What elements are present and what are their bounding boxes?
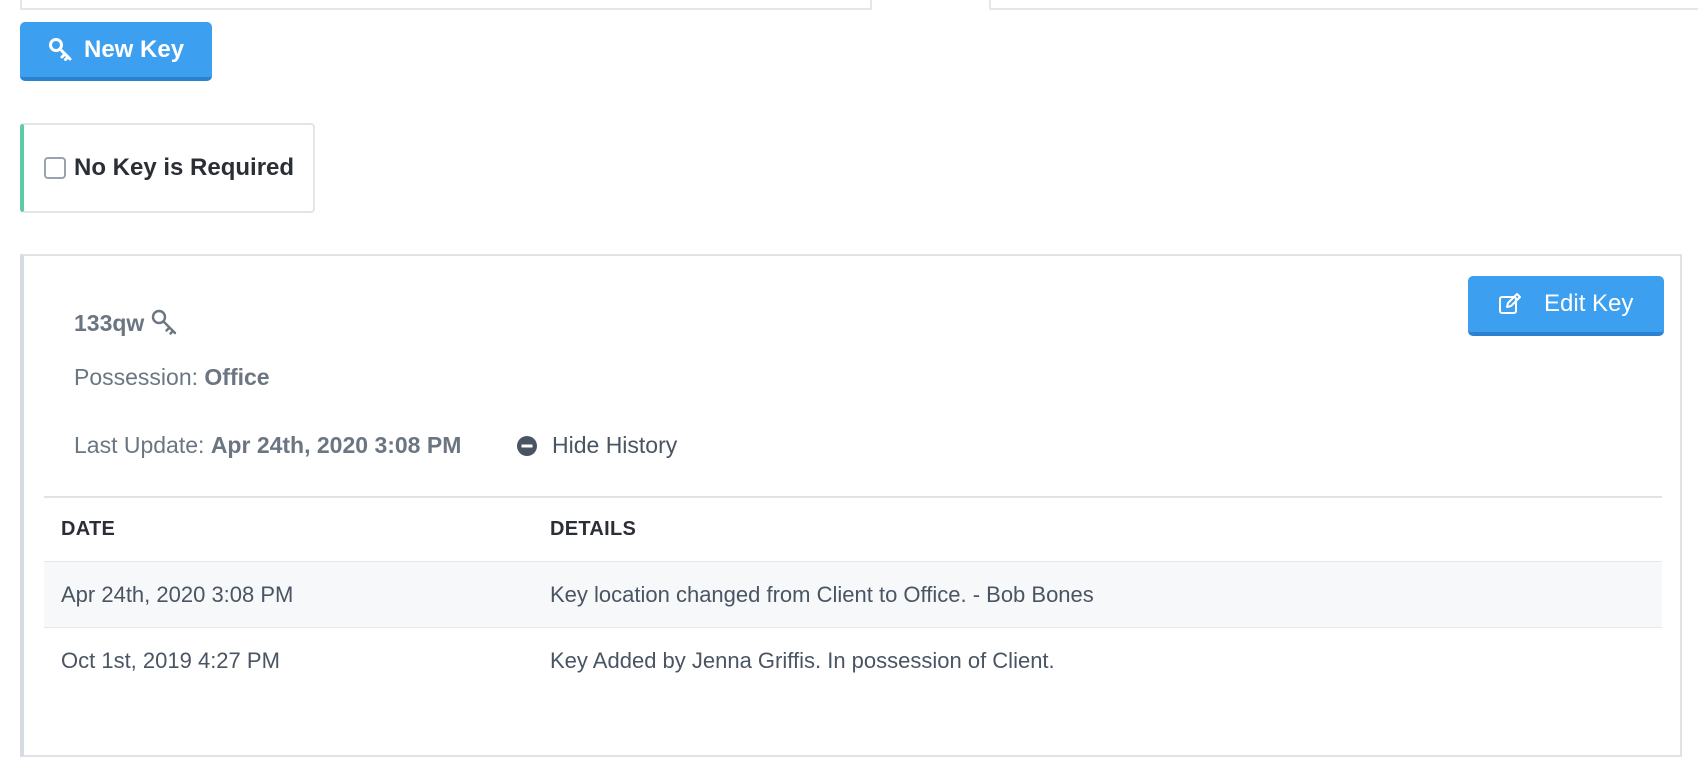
last-update-value: Apr 24th, 2020 3:08 PM [210,432,462,458]
last-update-info: Last Update: Apr 24th, 2020 3:08 PM [74,432,461,459]
table-row: Apr 24th, 2020 3:08 PM Key location chan… [44,562,1662,628]
possession-value: Office [204,364,270,390]
column-header-details: DETAILS [550,518,637,540]
column-header-date: DATE [61,518,116,540]
key-icon [48,37,74,63]
history-date-cell: Oct 1st, 2019 4:27 PM [61,648,280,673]
key-management-page: New Key No Key is Required 133qw Possess… [0,0,1698,778]
history-date-cell: Apr 24th, 2020 3:08 PM [61,581,294,607]
minus-circle-icon [516,435,538,457]
history-table: DATE DETAILS Apr 24th, 2020 3:08 PM Key … [44,496,1662,694]
new-key-button[interactable]: New Key [20,22,212,81]
top-panel-right [989,0,1698,10]
no-key-required-card: No Key is Required [20,123,315,213]
possession-label: Possession: [74,364,205,390]
key-name-text: 133qw [74,309,145,336]
hide-history-toggle[interactable]: Hide History [516,432,677,459]
new-key-label: New Key [84,35,185,63]
possession-info: Possession: Office [74,364,270,391]
top-panel-left [20,0,872,10]
key-card: 133qw Possession: Office Last Update: Ap… [20,254,1682,757]
key-icon [150,308,180,338]
edit-key-button[interactable]: Edit Key [1468,276,1664,336]
edit-icon [1498,292,1522,316]
table-row: Oct 1st, 2019 4:27 PM Key Added by Jenna… [44,628,1662,694]
history-details-cell: Key Added by Jenna Griffis. In possessio… [550,648,1055,673]
no-key-required-label[interactable]: No Key is Required [74,154,294,182]
hide-history-label: Hide History [552,432,678,458]
edit-key-label: Edit Key [1544,290,1634,317]
last-update-label: Last Update: [74,432,211,458]
history-details-cell: Key location changed from Client to Offi… [550,581,1094,607]
no-key-required-checkbox[interactable] [44,157,66,179]
table-header-row: DATE DETAILS [44,498,1662,562]
key-name: 133qw [74,308,180,338]
